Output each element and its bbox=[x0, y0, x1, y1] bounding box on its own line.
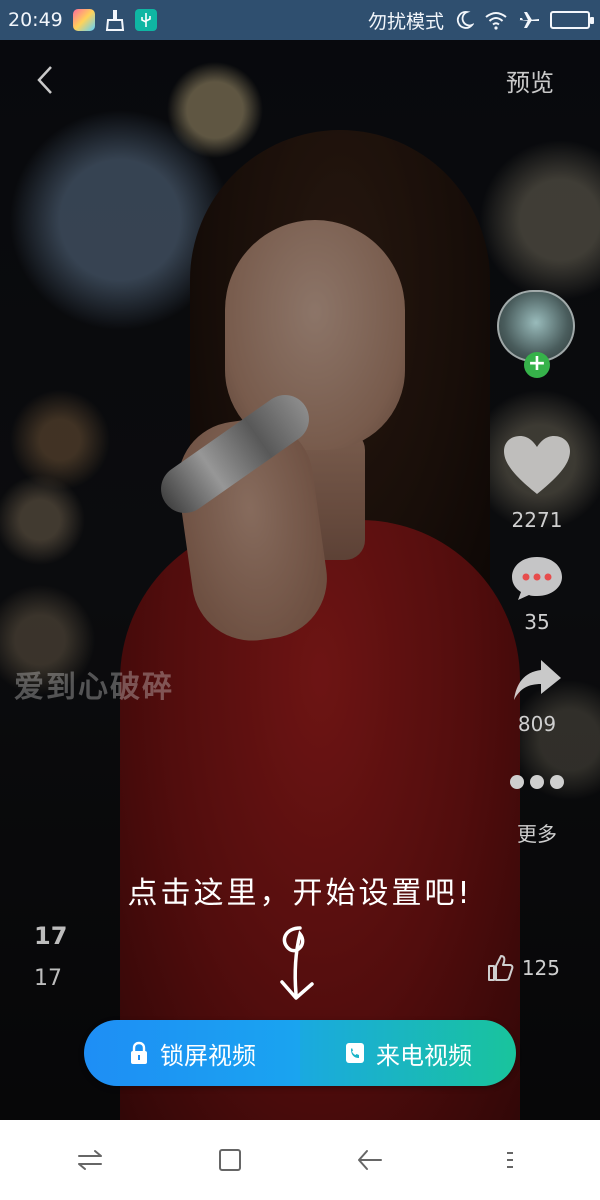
system-nav-bar bbox=[0, 1120, 600, 1200]
more-action[interactable]: 更多 bbox=[510, 772, 564, 847]
video-watermark: 爱到心破碎 bbox=[14, 670, 174, 705]
status-left: 20:49 bbox=[8, 9, 157, 31]
broom-icon bbox=[105, 9, 125, 31]
call-video-button[interactable]: 来电视频 bbox=[300, 1020, 516, 1086]
curly-arrow-down-icon bbox=[268, 920, 328, 1010]
lock-screen-video-label: 锁屏视频 bbox=[160, 1041, 256, 1070]
moon-icon bbox=[454, 10, 474, 30]
thumb-like[interactable]: 125 bbox=[486, 954, 560, 982]
status-bar: 20:49 勿扰模式 bbox=[0, 0, 600, 40]
share-action[interactable]: 809 bbox=[511, 656, 563, 736]
share-arrow-icon[interactable] bbox=[511, 656, 563, 704]
menu-icon[interactable] bbox=[485, 1140, 535, 1180]
bottom-left-counts: 17 17 bbox=[34, 922, 67, 991]
back-arrow-icon[interactable] bbox=[345, 1140, 395, 1180]
dnd-label: 勿扰模式 bbox=[367, 10, 444, 33]
thumbs-up-icon[interactable] bbox=[486, 954, 514, 982]
battery-icon bbox=[550, 11, 594, 29]
phone-card-icon bbox=[344, 1041, 366, 1065]
follow-plus-icon[interactable]: + bbox=[524, 352, 550, 378]
share-count: 809 bbox=[517, 712, 557, 736]
author-avatar[interactable]: + bbox=[497, 290, 577, 378]
home-square-icon[interactable] bbox=[205, 1140, 255, 1180]
airplane-icon bbox=[518, 10, 540, 30]
top-nav: 预览 bbox=[0, 40, 600, 120]
app-icon bbox=[72, 9, 95, 31]
wifi-icon bbox=[484, 10, 508, 30]
lock-screen-video-button[interactable]: 锁屏视频 bbox=[84, 1020, 300, 1086]
call-video-label: 来电视频 bbox=[376, 1041, 472, 1070]
comment-bubble-icon[interactable] bbox=[509, 554, 565, 602]
preview-button[interactable]: 预览 bbox=[506, 63, 554, 98]
heart-icon[interactable] bbox=[497, 430, 577, 500]
clock: 20:49 bbox=[8, 9, 63, 31]
comment-count: 35 bbox=[524, 610, 550, 634]
set-video-bar: 锁屏视频 来电视频 bbox=[84, 1020, 516, 1086]
setup-hint: 点击这里，开始设置吧! bbox=[127, 876, 473, 911]
chevron-left-icon[interactable] bbox=[30, 60, 60, 100]
like-count: 2271 bbox=[511, 508, 563, 532]
switch-apps-icon[interactable] bbox=[65, 1140, 115, 1180]
thumb-count: 125 bbox=[521, 956, 560, 980]
more-dots-icon[interactable] bbox=[510, 772, 564, 792]
count-normal: 17 bbox=[34, 966, 62, 991]
count-bold: 17 bbox=[34, 922, 68, 950]
like-action[interactable]: 2271 bbox=[497, 430, 577, 532]
right-rail: + 2271 35 809 更多 bbox=[492, 290, 582, 847]
usb-icon bbox=[134, 9, 157, 31]
comment-action[interactable]: 35 bbox=[509, 554, 565, 634]
more-label: 更多 bbox=[517, 822, 557, 846]
status-right: 勿扰模式 bbox=[367, 7, 594, 34]
lock-icon bbox=[128, 1041, 150, 1065]
